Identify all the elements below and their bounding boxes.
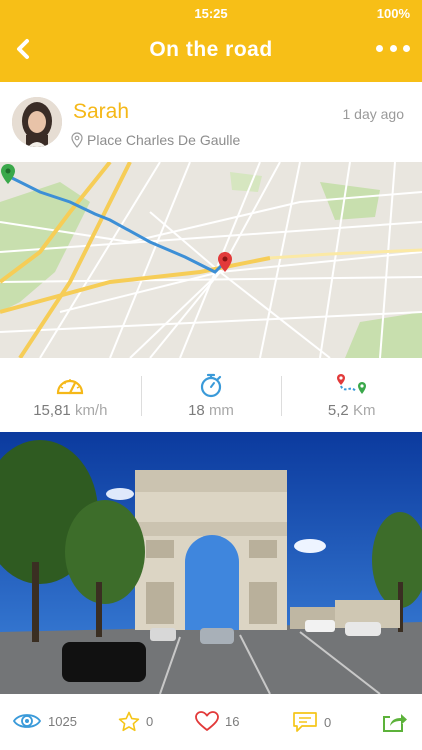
arc-de-triomphe-photo <box>0 432 422 694</box>
views-counter: 1025 <box>12 711 77 731</box>
distance-stat: 5,2 Km <box>281 358 422 432</box>
page-title: On the road <box>149 38 273 61</box>
share-button[interactable] <box>382 711 408 733</box>
user-name[interactable]: Sarah <box>73 100 129 124</box>
likes-count: 16 <box>225 714 240 729</box>
dot-icon <box>376 44 383 52</box>
comment-icon <box>293 712 317 732</box>
avatar[interactable] <box>12 97 62 147</box>
stopwatch-icon <box>200 373 222 398</box>
distance-unit: Km <box>352 402 376 419</box>
comments-count: 0 <box>324 714 332 730</box>
star-button[interactable]: 0 <box>118 711 153 732</box>
nav-bar: On the road <box>0 26 422 74</box>
post-time: 1 day ago <box>342 106 405 122</box>
duration-unit: mm <box>208 402 234 419</box>
route-map[interactable] <box>0 162 422 358</box>
duration-stat: 18 mm <box>140 358 282 432</box>
post-header: Sarah Place Charles De Gaulle 1 day ago <box>0 82 422 162</box>
dot-icon <box>389 44 397 52</box>
location-row: Place Charles De Gaulle <box>71 132 240 148</box>
heart-icon <box>195 711 219 731</box>
app-screen: 15:25 100% On the road Sarah Place Charl… <box>0 0 422 750</box>
trip-stats: 15,81 km/h 18 mm 5,2 Km <box>0 358 422 432</box>
duration-value: 18 <box>188 402 205 419</box>
location-pin-icon <box>71 132 83 148</box>
status-bar: 15:25 100% <box>0 6 422 24</box>
speed-stat: 15,81 km/h <box>0 358 141 432</box>
header-bar: 15:25 100% On the road <box>0 0 422 82</box>
avatar-image <box>12 97 62 147</box>
map-canvas <box>0 162 422 358</box>
speed-value: 15,81 <box>33 402 71 419</box>
comment-button[interactable]: 0 <box>292 711 331 733</box>
star-icon <box>118 711 140 732</box>
speedometer-icon <box>57 379 84 395</box>
status-battery: 100% <box>376 6 410 21</box>
eye-icon <box>12 714 42 728</box>
distance-value: 5,2 <box>327 402 349 419</box>
location-label: Place Charles De Gaulle <box>87 132 241 148</box>
views-count: 1025 <box>48 713 77 729</box>
action-bar: 1025 0 16 0 <box>0 694 422 750</box>
dot-icon <box>403 44 410 52</box>
more-options-button[interactable] <box>376 41 410 55</box>
route-distance-icon <box>336 374 366 394</box>
stars-count: 0 <box>146 714 154 729</box>
like-button[interactable]: 16 <box>195 711 239 732</box>
share-icon <box>383 714 407 732</box>
post-photo[interactable] <box>0 432 422 694</box>
speed-unit: km/h <box>74 402 108 419</box>
status-time: 15:25 <box>194 6 228 21</box>
